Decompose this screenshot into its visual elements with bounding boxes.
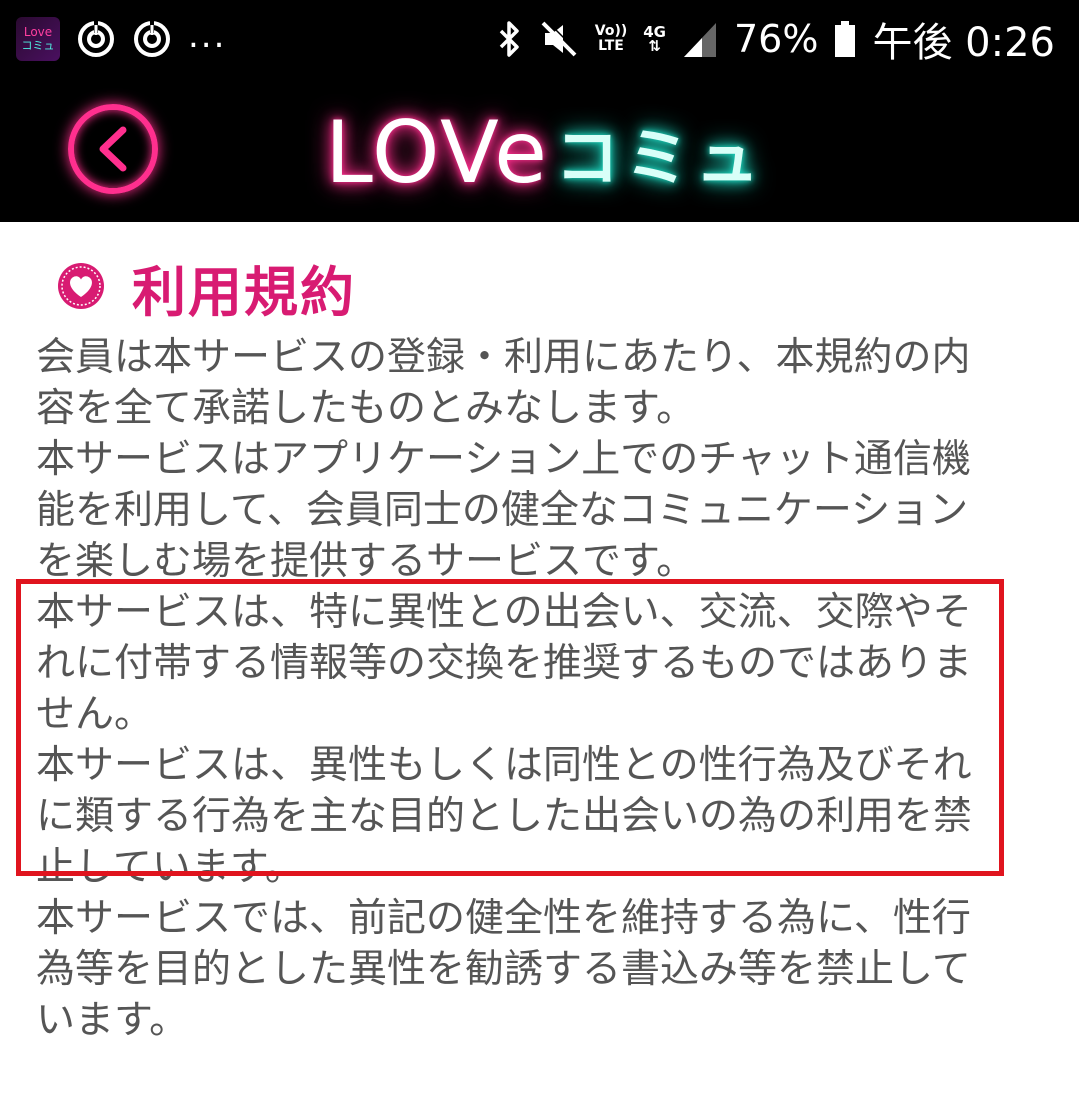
chevron-left-icon — [99, 126, 127, 172]
battery-icon — [834, 19, 856, 59]
status-bar: Love コミュ ... Vo)) LTE 4G ⇅ 76% 午後 0:26 — [0, 0, 1079, 78]
volte-bottom: LTE — [598, 38, 624, 54]
logo-love-text: LOVe — [325, 103, 550, 203]
notification-ring-icon-2 — [132, 19, 172, 59]
terms-paragraph-5: 本サービスでは、前記の健全性を維持する為に、性行為等を目的とした異性を勧誘する書… — [36, 896, 971, 1043]
logo-comu-text: コミュ — [555, 122, 766, 196]
signal-strength-icon — [682, 19, 718, 59]
more-notifications-icon: ... — [188, 16, 227, 56]
status-bar-left: Love コミュ ... — [16, 16, 227, 61]
network-type-indicator: 4G ⇅ — [643, 25, 666, 55]
terms-paragraph-2: 本サービスはアプリケーション上でのチャット通信機能を利用して、会員同士の健全なコ… — [36, 437, 971, 584]
bluetooth-icon — [497, 19, 523, 59]
notification-ring-icon — [76, 19, 116, 59]
mute-icon — [539, 19, 579, 59]
terms-paragraph-4: 本サービスは、異性もしくは同性との性行為及びそれに類する行為を主な目的とした出会… — [36, 743, 973, 890]
data-arrows-icon: ⇅ — [648, 37, 661, 55]
terms-paragraph-1: 会員は本サービスの登録・利用にあたり、本規約の内容を全て承諾したものとみなします… — [36, 335, 971, 431]
heart-icon — [56, 261, 106, 315]
volte-indicator: Vo)) LTE — [595, 24, 627, 54]
app-icon-line2: コミュ — [21, 39, 55, 52]
app-header: LOVe コミュ — [0, 78, 1079, 222]
volte-top: Vo)) — [594, 23, 628, 39]
app-logo: LOVe コミュ — [325, 98, 765, 208]
status-bar-right: Vo)) LTE 4G ⇅ 76% 午後 0:26 — [497, 10, 1055, 68]
title-row: 利用規約 — [56, 248, 356, 327]
page-title: 利用規約 — [132, 261, 356, 324]
app-icon-line1: Love — [23, 25, 53, 39]
love-comu-app-icon: Love コミュ — [16, 17, 60, 61]
battery-percent: 76% — [733, 17, 819, 61]
clock: 午後 0:26 — [872, 20, 1055, 66]
terms-content: 会員は本サービスの登録・利用にあたり、本規約の内容を全て承諾したものとみなします… — [36, 332, 998, 1046]
terms-paragraph-3: 本サービスは、特に異性との出会い、交流、交際やそれに付帯する情報等の交換を推奨す… — [36, 590, 973, 737]
back-button[interactable] — [68, 104, 158, 194]
